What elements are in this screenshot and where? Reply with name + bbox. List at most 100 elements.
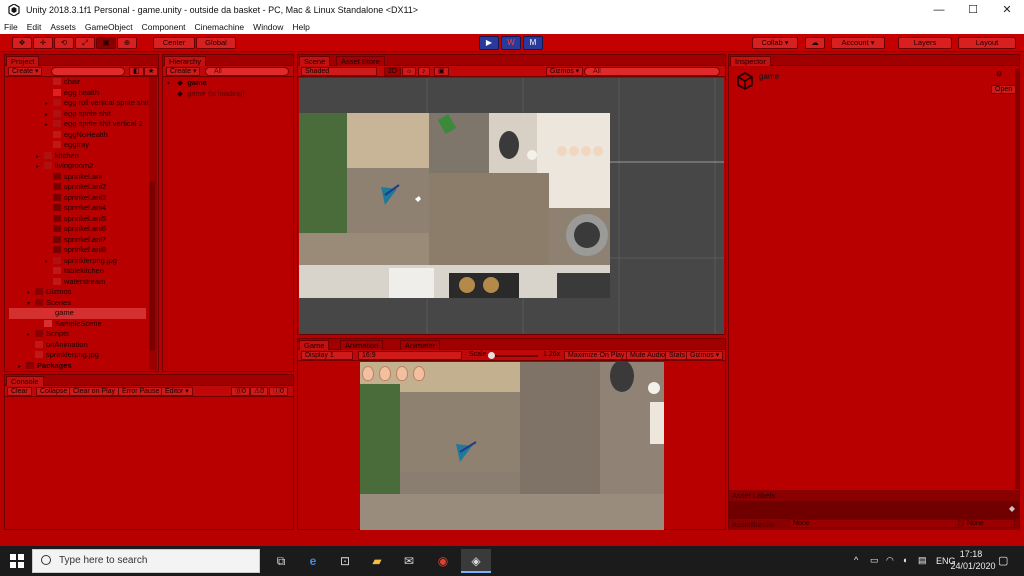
project-item[interactable]: SampleScene	[9, 319, 146, 330]
step-button[interactable]: M	[523, 36, 543, 50]
wifi-icon[interactable]: ◠	[886, 555, 894, 566]
project-item[interactable]: ▸ egg sprite shit vertical 2	[9, 119, 146, 130]
display-dropdown[interactable]: Display 1	[301, 351, 353, 360]
hand-tool-button[interactable]: ✥	[12, 37, 32, 49]
project-item[interactable]: game	[9, 308, 146, 319]
clock-date[interactable]: 24/01/2020	[948, 561, 998, 571]
project-item[interactable]: sprinkel.ani4	[9, 203, 146, 214]
audio-icon[interactable]: ♪	[418, 67, 430, 76]
scale-slider[interactable]	[488, 352, 538, 359]
chrome-icon[interactable]: ◉	[428, 549, 458, 573]
project-item[interactable]: eggtray	[9, 140, 146, 151]
tray-chevron-icon[interactable]: ^	[854, 555, 858, 565]
project-item[interactable]: ▸ Gizmos	[9, 287, 146, 298]
filter-icon[interactable]: ◧	[129, 67, 144, 76]
maximize-button[interactable]: ☐	[956, 0, 990, 20]
project-item[interactable]: sprinkel.ani2	[9, 182, 146, 193]
project-item[interactable]: egg health	[9, 88, 146, 99]
global-space-toggle[interactable]: Global	[196, 37, 236, 49]
rect-tool-button[interactable]: ▣	[96, 37, 116, 49]
tab-animation[interactable]: Animation	[340, 340, 384, 350]
menu-help[interactable]: Help	[292, 22, 309, 32]
tab-inspector[interactable]: Inspector	[730, 56, 771, 66]
asset-variant-dropdown[interactable]: None	[963, 519, 1015, 528]
rotate-tool-button[interactable]: ⟲	[54, 37, 74, 49]
console-collapse-button[interactable]: Collapse	[36, 387, 72, 396]
scene-viewport[interactable]	[299, 78, 724, 334]
task-view-icon[interactable]: ⧉	[266, 549, 296, 573]
volume-icon[interactable]: ◖	[902, 555, 907, 565]
unity-taskbar-icon[interactable]: ◈	[461, 549, 491, 573]
asset-bundle-dropdown[interactable]: None	[789, 519, 959, 528]
menu-file[interactable]: File	[4, 22, 18, 32]
project-scroll-thumb[interactable]	[149, 181, 155, 351]
project-item[interactable]: sprinkel.ani7	[9, 235, 146, 246]
maximize-on-play-toggle[interactable]: Maximize On Play	[564, 351, 629, 360]
tab-asset-store[interactable]: Asset Store	[336, 56, 385, 66]
console-message-count[interactable]: ⓘ0	[269, 387, 288, 396]
taskbar-search-input[interactable]: Type here to search	[32, 549, 260, 573]
tab-game[interactable]: Game	[299, 340, 330, 350]
project-item[interactable]: onAnimation	[9, 340, 146, 351]
collab-dropdown[interactable]: Collab ▾	[752, 37, 798, 49]
effects-icon[interactable]: ▣	[434, 67, 449, 76]
file-explorer-icon[interactable]: ▰	[362, 549, 392, 573]
scale-slider-handle[interactable]	[488, 352, 495, 359]
hierarchy-search-input[interactable]: All	[205, 67, 289, 76]
pause-button[interactable]: W	[501, 36, 521, 50]
pivot-center-toggle[interactable]: Center	[153, 37, 195, 49]
project-item[interactable]: waterstream	[9, 277, 146, 288]
open-button[interactable]: Open	[991, 85, 1017, 94]
tab-project[interactable]: Project	[6, 56, 40, 66]
move-tool-button[interactable]: ✛	[33, 37, 53, 49]
project-item[interactable]: chair	[9, 77, 146, 88]
project-item[interactable]: tablekitchen	[9, 266, 146, 277]
2d-toggle[interactable]: 2D	[384, 67, 401, 76]
project-item[interactable]: ▾ Scenes	[9, 298, 146, 309]
project-item[interactable]: sprinkel.ani6	[9, 224, 146, 235]
close-button[interactable]: ✕	[990, 0, 1024, 20]
start-button[interactable]	[2, 549, 32, 573]
menu-gameobject[interactable]: GameObject	[85, 22, 133, 32]
mute-audio-toggle[interactable]: Mute Audio	[626, 351, 670, 360]
star-icon[interactable]: ★	[144, 67, 159, 76]
menu-window[interactable]: Window	[253, 22, 283, 32]
account-dropdown[interactable]: Account ▾	[831, 37, 885, 49]
console-error-count[interactable]: ⓪0	[231, 387, 250, 396]
menu-component[interactable]: Component	[142, 22, 186, 32]
project-item[interactable]: ▸ egg roll vertical sprite shit	[9, 98, 149, 109]
scale-tool-button[interactable]: ⤢	[75, 37, 95, 49]
console-clear-button[interactable]: Clear	[7, 387, 32, 396]
edge-icon[interactable]: e	[298, 549, 328, 573]
project-item[interactable]: ▸ egg sprite shit	[9, 109, 146, 120]
battery-icon[interactable]: ▭	[870, 555, 879, 566]
inspector-scrollbar[interactable]	[1015, 69, 1019, 489]
project-item[interactable]: ▸ Scripts	[9, 329, 146, 340]
console-clear-on-play-button[interactable]: Clear on Play	[69, 387, 120, 396]
game-gizmos-dropdown[interactable]: Gizmos ▾	[686, 351, 724, 360]
project-item[interactable]: ▸ sprinklerpng.jpg	[9, 256, 146, 267]
clock-time[interactable]: 17:18	[954, 549, 988, 559]
notification-icon[interactable]: ▢	[998, 554, 1008, 567]
lighting-icon[interactable]: ☼	[402, 67, 417, 76]
hierarchy-create-button[interactable]: Create ▾	[166, 67, 201, 76]
console-editor-dropdown[interactable]: Editor ▾	[161, 387, 193, 396]
project-item[interactable]: ▸ livingroom2	[9, 161, 146, 172]
scene-search-input[interactable]: All	[584, 67, 720, 76]
tab-animator[interactable]: Animator	[400, 340, 441, 350]
tag-icon[interactable]: ◆	[1009, 504, 1015, 513]
minimize-button[interactable]: —	[922, 0, 956, 20]
layers-dropdown[interactable]: Layers	[898, 37, 952, 49]
project-item[interactable]: ▸ kitchen	[9, 151, 146, 162]
tab-hierarchy[interactable]: Hierarchy	[164, 56, 207, 66]
project-item[interactable]: sprinkel.ani5	[9, 214, 146, 225]
project-item[interactable]: sprinkel.ani3	[9, 193, 146, 204]
scene-gizmos-dropdown[interactable]: Gizmos ▾	[546, 67, 584, 76]
expand-arrow-icon[interactable]: ▸	[18, 362, 26, 373]
project-search-input[interactable]	[51, 67, 125, 76]
project-scrollbar[interactable]	[149, 77, 157, 370]
cloud-icon[interactable]: ☁	[805, 37, 825, 49]
project-item[interactable]: sprinklerpng.jpg	[9, 350, 146, 361]
console-warning-count[interactable]: ⚠0	[250, 387, 269, 396]
menu-cinemachine[interactable]: Cinemachine	[195, 22, 245, 32]
